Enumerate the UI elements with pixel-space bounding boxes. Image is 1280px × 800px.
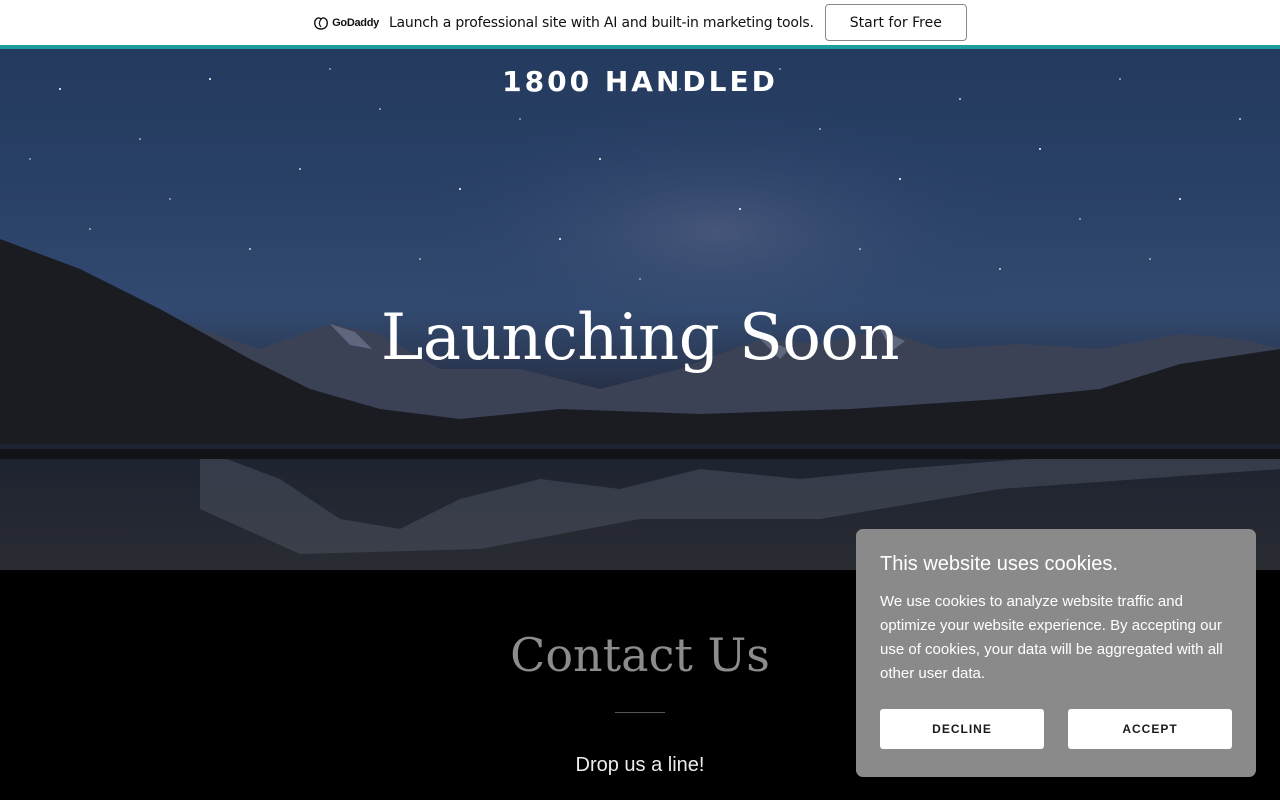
section-divider [615,712,665,713]
cookie-banner: This website uses cookies. We use cookie… [856,529,1256,777]
godaddy-logo[interactable]: GoDaddy [313,16,379,30]
hero-headline: Launching Soon [380,301,900,375]
cookie-banner-body: We use cookies to analyze website traffi… [880,593,1223,682]
accept-cookies-button[interactable]: ACCEPT [1068,709,1232,749]
promo-content: GoDaddy Launch a professional site with … [313,4,967,41]
godaddy-logo-text: GoDaddy [332,16,379,29]
cookie-banner-title: This website uses cookies. [880,553,1118,575]
hero-section: 1800 HANDLED Launching Soon [0,49,1280,570]
godaddy-icon [314,16,329,30]
promo-bar: GoDaddy Launch a professional site with … [0,0,1280,49]
cookie-banner-actions: DECLINE ACCEPT [880,709,1232,749]
promo-message: Launch a professional site with AI and b… [388,14,814,31]
decline-cookies-button[interactable]: DECLINE [880,709,1044,749]
site-brand[interactable]: 1800 HANDLED [0,65,1280,98]
start-for-free-button[interactable]: Start for Free [824,4,967,41]
